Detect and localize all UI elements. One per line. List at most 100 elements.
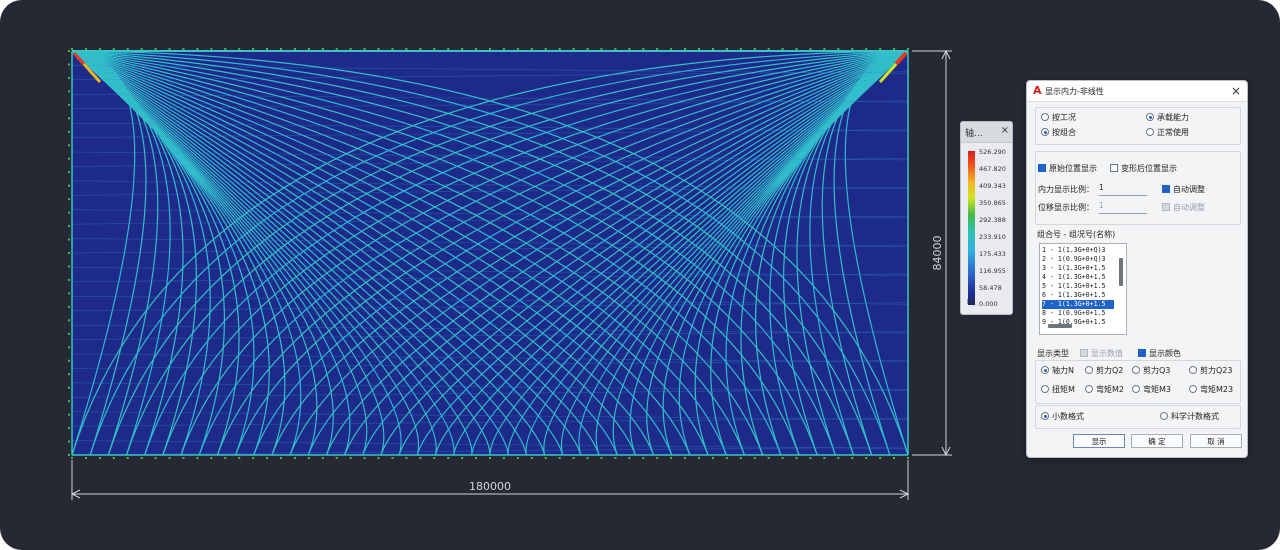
- support-tick: [614, 48, 617, 50]
- support-tick: [252, 457, 255, 459]
- support-tick: [781, 457, 784, 459]
- support-tick: [68, 373, 70, 376]
- support-tick: [628, 48, 631, 50]
- support-tick: [725, 457, 728, 459]
- support-tick: [68, 130, 70, 133]
- support-tick: [530, 48, 533, 50]
- checkbox-show-values[interactable]: [1080, 349, 1088, 357]
- radio-capacity[interactable]: [1146, 113, 1154, 121]
- combo-listbox[interactable]: 1 - 1(1.3G+0+Q)3 2 - 1(0.9G+0+Q)3 3 - 1(…: [1039, 243, 1127, 335]
- list-item[interactable]: 2 - 1(0.9G+0+Q)3: [1042, 255, 1114, 264]
- checkbox-auto-adjust-force[interactable]: [1162, 185, 1170, 193]
- support-tick: [781, 48, 784, 50]
- checkbox-label: 变形后位置显示: [1121, 164, 1177, 173]
- list-item[interactable]: 3 - 1(1.3G+0+1.5: [1042, 264, 1114, 273]
- checkbox-show-color[interactable]: [1138, 349, 1146, 357]
- support-tick: [586, 457, 589, 459]
- checkbox-label: 自动调整: [1173, 203, 1205, 212]
- support-tick: [98, 457, 101, 459]
- support-tick: [879, 48, 882, 50]
- support-tick: [767, 48, 770, 50]
- radio-axial-n[interactable]: [1041, 366, 1049, 374]
- radio-torsion-m[interactable]: [1041, 385, 1049, 393]
- close-icon[interactable]: ×: [1001, 125, 1009, 136]
- legend-value: 0.000: [979, 300, 998, 308]
- checkbox-original-position[interactable]: [1038, 164, 1046, 172]
- radio-label: 剪力Q3: [1143, 366, 1171, 375]
- support-tick: [865, 457, 868, 459]
- list-item[interactable]: 4 - 1(1.3G+0+1.5: [1042, 273, 1114, 282]
- support-tick: [126, 457, 129, 459]
- support-tick: [68, 332, 70, 335]
- support-tick: [586, 48, 589, 50]
- support-tick: [112, 457, 115, 459]
- support-tick: [196, 48, 199, 50]
- support-tick: [642, 48, 645, 50]
- radio-label: 弯矩M2: [1096, 385, 1124, 394]
- support-tick: [224, 457, 227, 459]
- support-tick: [112, 48, 115, 50]
- support-tick: [68, 184, 70, 187]
- radio-shear-q3[interactable]: [1132, 366, 1140, 374]
- radio-service[interactable]: [1146, 128, 1154, 136]
- support-tick: [210, 457, 213, 459]
- support-tick: [851, 457, 854, 459]
- disp-scale-label: 位移显示比例：: [1038, 203, 1094, 212]
- radio-decimal-format[interactable]: [1041, 412, 1049, 420]
- support-tick: [363, 48, 366, 50]
- force-scale-input[interactable]: 1: [1099, 183, 1147, 196]
- support-tick: [126, 48, 129, 50]
- radio-moment-m23[interactable]: [1189, 385, 1197, 393]
- radio-shear-q2[interactable]: [1085, 366, 1093, 374]
- legend-value: 526.290: [979, 148, 1006, 156]
- color-legend-panel[interactable]: 轴... × 526.290 467.820 409.343 350.865 2…: [960, 121, 1013, 315]
- support-tick: [182, 457, 185, 459]
- radio-moment-m2[interactable]: [1085, 385, 1093, 393]
- checkbox-label: 自动调整: [1173, 185, 1205, 194]
- radio-label: 承载能力: [1157, 113, 1189, 122]
- list-item[interactable]: 6 - 1(1.3G+0+1.5: [1042, 291, 1114, 300]
- support-tick: [865, 48, 868, 50]
- support-tick: [489, 457, 491, 459]
- dialog-titlebar[interactable]: A 显示内力-非线性 ×: [1027, 81, 1247, 102]
- support-tick: [68, 252, 70, 254]
- support-tick: [335, 457, 338, 459]
- list-horizontal-scrollbar[interactable]: [1048, 324, 1072, 328]
- ok-button[interactable]: 确 定: [1131, 434, 1183, 448]
- show-button[interactable]: 显示: [1073, 434, 1125, 448]
- support-tick: [711, 457, 714, 459]
- cancel-button[interactable]: 取 消: [1190, 434, 1242, 448]
- disp-scale-input[interactable]: 1: [1099, 201, 1147, 214]
- legend-header[interactable]: 轴... ×: [961, 122, 1012, 143]
- list-vertical-scrollbar[interactable]: [1119, 258, 1123, 286]
- support-tick: [684, 48, 687, 50]
- checkbox-auto-adjust-disp[interactable]: [1162, 203, 1170, 211]
- internal-force-dialog[interactable]: A 显示内力-非线性 × 按工况 承载能力 按组合 正常使用 原始位置显示 变形…: [1026, 80, 1248, 458]
- checkbox-deformed-position[interactable]: [1110, 164, 1118, 172]
- support-tick: [168, 48, 171, 50]
- support-tick: [68, 50, 70, 52]
- legend-value: 292.388: [979, 216, 1006, 224]
- list-item-selected[interactable]: 7 - 1(1.3G+0+1.5: [1042, 300, 1114, 309]
- close-icon[interactable]: ×: [1231, 84, 1241, 98]
- list-item[interactable]: 5 - 1(1.3G+0+1.5: [1042, 282, 1114, 291]
- support-tick: [68, 386, 70, 389]
- support-tick: [461, 457, 464, 459]
- support-tick: [670, 48, 673, 50]
- list-item[interactable]: 8 - 1(0.9G+0+1.5: [1042, 309, 1114, 318]
- radio-shear-q23[interactable]: [1189, 366, 1197, 374]
- radio-by-case[interactable]: [1041, 113, 1049, 121]
- support-tick: [68, 238, 70, 241]
- radio-moment-m3[interactable]: [1132, 385, 1140, 393]
- support-tick: [739, 457, 742, 459]
- support-tick: [68, 103, 70, 106]
- support-tick: [68, 427, 70, 430]
- checkbox-label: 原始位置显示: [1049, 164, 1097, 173]
- support-tick: [377, 48, 380, 50]
- list-item[interactable]: 1 - 1(1.3G+0+Q)3: [1042, 246, 1114, 255]
- radio-by-combination[interactable]: [1041, 128, 1049, 136]
- radio-scientific-format[interactable]: [1160, 412, 1168, 420]
- support-tick: [572, 48, 575, 50]
- support-tick: [68, 346, 70, 349]
- dialog-title: 显示内力-非线性: [1045, 87, 1104, 96]
